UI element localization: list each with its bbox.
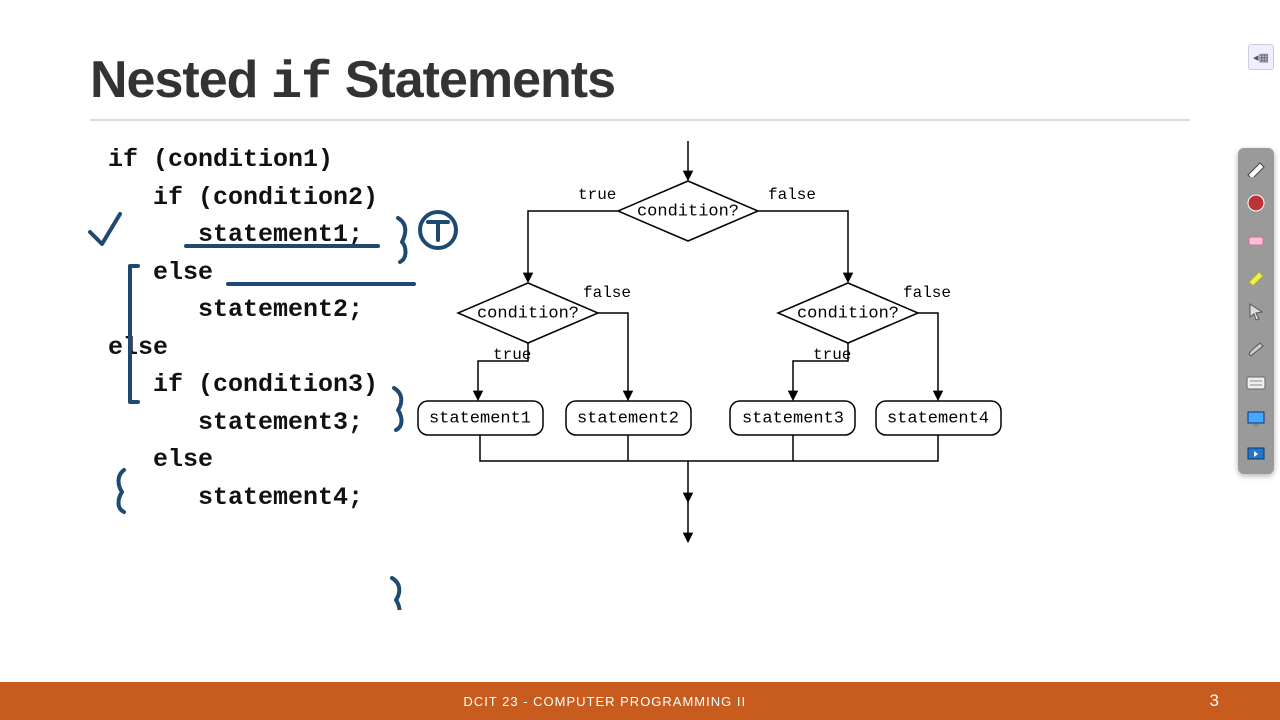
- footer-course: DCIT 23 - COMPUTER PROGRAMMING II: [463, 694, 746, 709]
- slide-title: Nested if Statements: [90, 50, 1190, 121]
- footer-bar: DCIT 23 - COMPUTER PROGRAMMING II 3: [0, 682, 1280, 720]
- lbl-true-top: true: [578, 186, 616, 204]
- flow-top-cond: condition?: [637, 202, 739, 221]
- keyboard-icon[interactable]: [1243, 370, 1269, 396]
- content-row: if (condition1) if (condition2) statemen…: [90, 141, 1190, 567]
- flow-right-cond: condition?: [797, 304, 899, 323]
- annotation-toolbar: [1238, 148, 1274, 474]
- title-mono: if: [271, 54, 331, 113]
- flow-s2: statement2: [577, 409, 679, 428]
- code-block: if (condition1) if (condition2) statemen…: [90, 141, 378, 567]
- title-post: Statements: [331, 51, 615, 109]
- pen-icon[interactable]: [1243, 154, 1269, 180]
- flow-s3: statement3: [742, 409, 844, 428]
- highlighter-icon[interactable]: [1243, 262, 1269, 288]
- lbl-false-r: false: [903, 284, 951, 302]
- flow-s4: statement4: [887, 409, 989, 428]
- lbl-false-l: false: [583, 284, 631, 302]
- slide: Nested if Statements if (condition1) if …: [0, 0, 1280, 660]
- switch-icon[interactable]: [1243, 442, 1269, 468]
- lbl-false-top: false: [768, 186, 816, 204]
- eraser-icon[interactable]: [1243, 226, 1269, 252]
- pointer-icon[interactable]: [1243, 298, 1269, 324]
- screen-icon[interactable]: [1243, 406, 1269, 432]
- flowchart: condition? true false condition? false t…: [408, 141, 968, 567]
- thumbnail-toggle[interactable]: ◂▦: [1248, 44, 1274, 70]
- footer-page-number: 3: [1210, 691, 1220, 711]
- title-pre: Nested: [90, 51, 271, 109]
- flow-left-cond: condition?: [477, 304, 579, 323]
- brush-icon[interactable]: [1243, 334, 1269, 360]
- flow-s1: statement1: [429, 409, 531, 428]
- laser-icon[interactable]: [1243, 190, 1269, 216]
